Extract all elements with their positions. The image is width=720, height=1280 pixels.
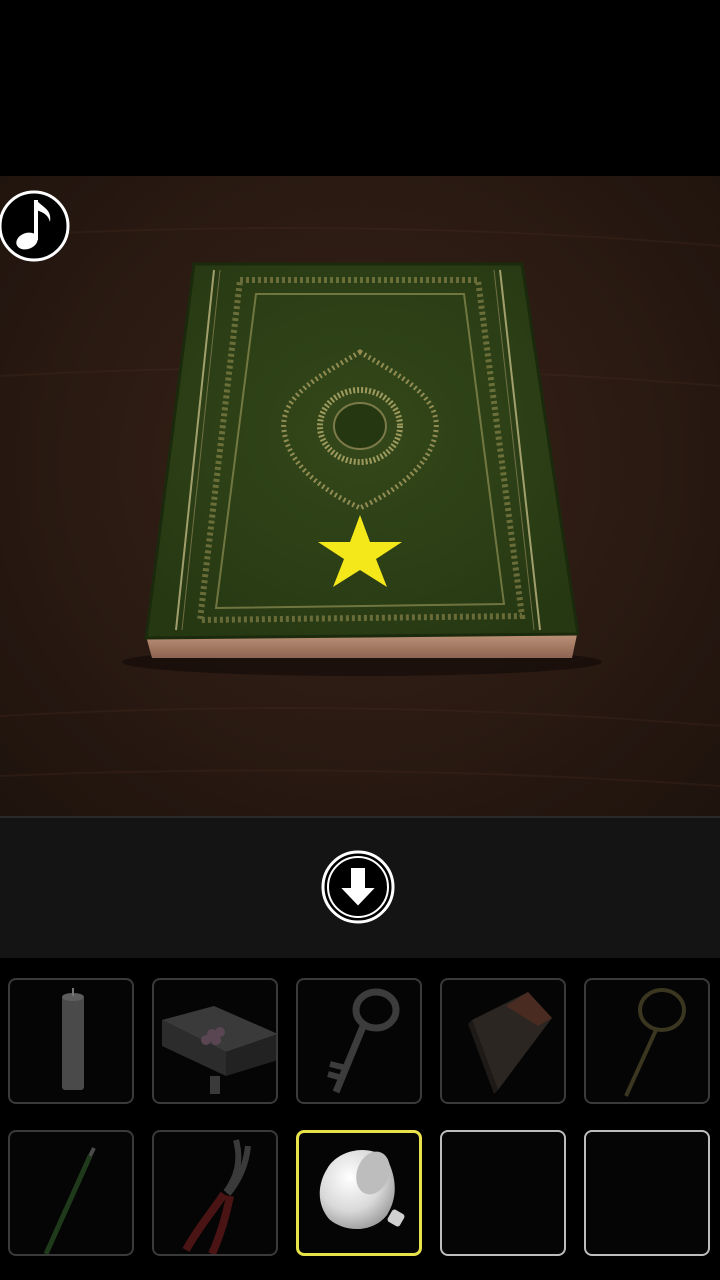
- funnel-icon: [319, 1150, 405, 1230]
- book[interactable]: [144, 262, 580, 658]
- brush-icon: [43, 1147, 96, 1254]
- inventory-slot-candle[interactable]: [8, 978, 134, 1104]
- inventory-slot-matchbox[interactable]: [440, 978, 566, 1104]
- ring-wand-icon: [624, 988, 686, 1097]
- back-button[interactable]: [320, 849, 396, 925]
- music-note-icon: [0, 190, 70, 262]
- top-letterbox: [0, 0, 720, 176]
- music-toggle-button[interactable]: [0, 188, 70, 264]
- inventory-slot-pliers[interactable]: [152, 1130, 278, 1256]
- candle-icon: [62, 988, 84, 1090]
- inventory-slot-empty-2[interactable]: [584, 1130, 710, 1256]
- inventory-slot-brush[interactable]: [8, 1130, 134, 1256]
- inventory-slot-key[interactable]: [296, 978, 422, 1104]
- book-scene: [0, 227, 720, 787]
- pliers-icon: [182, 1139, 251, 1254]
- flower-box-icon: [162, 1006, 276, 1094]
- arrow-down-icon: [321, 850, 395, 924]
- game-scene[interactable]: [0, 176, 720, 816]
- inventory-slot-ring-wand[interactable]: [584, 978, 710, 1104]
- matchbox-icon: [468, 992, 552, 1094]
- inventory-slot-funnel[interactable]: [296, 1130, 422, 1256]
- key-icon: [327, 988, 400, 1094]
- inventory-slot-flower-box[interactable]: [152, 978, 278, 1104]
- inventory-slot-empty-1[interactable]: [440, 1130, 566, 1256]
